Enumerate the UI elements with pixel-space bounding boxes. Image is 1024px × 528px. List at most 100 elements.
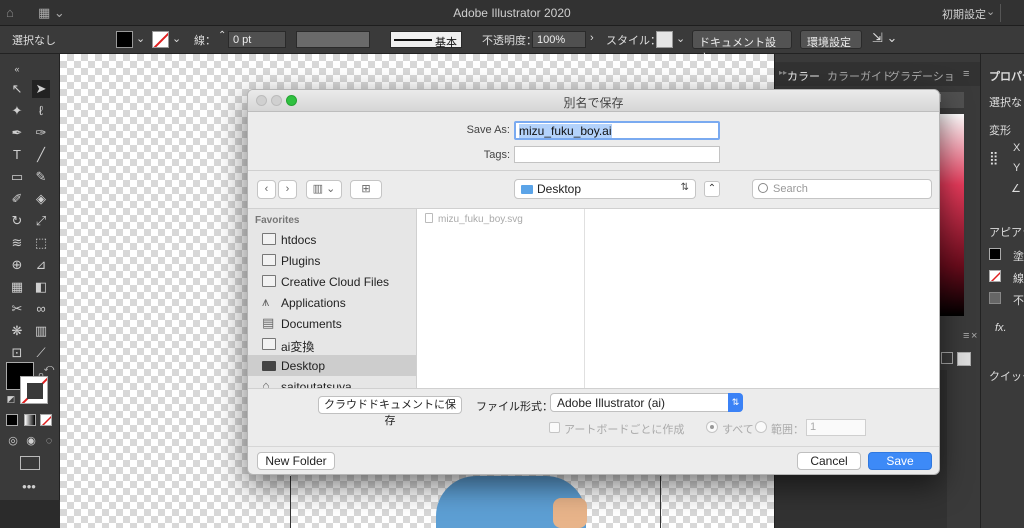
magic-wand-icon[interactable]: ✦ [8, 102, 26, 120]
curvature-tool-icon[interactable]: ✑ [32, 124, 50, 142]
chevron-down-icon[interactable]: ⌄ [172, 32, 181, 45]
save-as-input[interactable]: mizu_fuku_boy.ai [514, 121, 720, 140]
artboard-checkbox[interactable] [549, 422, 560, 433]
close-icon[interactable]: × [971, 330, 977, 342]
mesh-tool-icon[interactable]: ▦ [8, 278, 26, 296]
stroke-swatch[interactable] [152, 31, 169, 48]
line-tool-icon[interactable]: ╱ [32, 146, 50, 164]
tags-input[interactable] [514, 146, 720, 163]
default-colors-icon[interactable]: ◩ [2, 390, 20, 408]
reference-point-icon[interactable]: ⣿ [989, 150, 999, 166]
stroke-weight-input[interactable]: 0 pt [228, 31, 286, 48]
preferences-button[interactable]: 環境設定 [800, 30, 862, 49]
type-tool-icon[interactable]: T [8, 146, 26, 164]
cancel-button[interactable]: Cancel [797, 452, 861, 470]
perspective-grid-icon[interactable]: ⊿ [32, 256, 50, 274]
style-swatch[interactable] [656, 31, 673, 48]
rotate-tool-icon[interactable]: ↻ [8, 212, 26, 230]
back-button[interactable]: ‹ [257, 180, 276, 199]
width-tool-icon[interactable]: ≋ [8, 234, 26, 252]
panel-menu-icon[interactable]: ≡ [963, 330, 969, 342]
symbol-sprayer-icon[interactable]: ❋ [8, 322, 26, 340]
draw-normal-icon[interactable]: ◎ [4, 432, 22, 450]
all-radio[interactable] [706, 421, 718, 433]
gradient-tool-icon[interactable]: ◧ [32, 278, 50, 296]
fill-swatch[interactable] [116, 31, 133, 48]
stroke-color-swatch[interactable] [20, 376, 48, 404]
artboard-tool-icon[interactable]: ⊡ [8, 344, 26, 362]
more-tools-icon[interactable]: ••• [20, 478, 38, 496]
panel-menu-icon[interactable]: ≡ [963, 68, 969, 80]
none-mode-icon[interactable] [40, 414, 52, 426]
sidebar-item-ai-conversion[interactable]: ai変換 [248, 334, 416, 355]
sidebar-item-desktop[interactable]: Desktop [248, 355, 416, 376]
new-folder-icon[interactable]: ⊞ [350, 180, 382, 199]
opacity-icon[interactable] [989, 292, 1001, 304]
gradient-mode-icon[interactable] [24, 414, 36, 426]
chevron-down-icon[interactable]: ⌄ [676, 32, 685, 45]
chevron-down-icon[interactable]: ⌄ [986, 5, 995, 18]
chevron-right-icon[interactable]: › [590, 32, 594, 44]
variable-width-profile[interactable] [296, 31, 370, 48]
sidebar-item-creative-cloud-files[interactable]: Creative Cloud Files [248, 271, 416, 292]
grid-view-icon[interactable] [957, 352, 971, 366]
shape-builder-icon[interactable]: ⊕ [8, 256, 26, 274]
view-mode-button[interactable]: ▥ ⌄ [306, 180, 342, 199]
stepper-icon[interactable]: ⌃ [218, 30, 226, 41]
paintbrush-icon[interactable]: ✎ [32, 168, 50, 186]
range-input[interactable]: 1 [806, 419, 866, 436]
blend-tool-icon[interactable]: ∞ [32, 300, 50, 318]
opacity-input[interactable]: 100% [532, 31, 586, 48]
search-input[interactable]: Search [752, 179, 932, 199]
color-spectrum[interactable] [940, 114, 964, 316]
free-transform-icon[interactable]: ⬚ [32, 234, 50, 252]
collapse-dialog-button[interactable]: ⌃ [704, 181, 720, 197]
direct-selection-tool-icon[interactable]: ➤ [32, 80, 50, 98]
fx-icon[interactable]: fx. [995, 322, 1007, 334]
eyedropper-icon[interactable]: ✂ [8, 300, 26, 318]
swap-colors-icon[interactable]: ⤺ [40, 360, 58, 378]
eraser-icon[interactable]: ◈ [32, 190, 50, 208]
draw-inside-icon[interactable]: ◌ [40, 432, 58, 450]
sidebar-item-applications[interactable]: ⩚ Applications [248, 292, 416, 313]
list-item[interactable]: mizu_fuku_boy.svg [425, 213, 523, 225]
draw-behind-icon[interactable]: ◉ [22, 432, 40, 450]
sidebar-item-documents[interactable]: ▤ Documents [248, 313, 416, 334]
collapse-icon[interactable]: ▸▸ [779, 68, 787, 77]
sidebar-item-plugins[interactable]: Plugins [248, 250, 416, 271]
file-format-dropdown[interactable]: Adobe Illustrator (ai) ⇅ [550, 393, 743, 412]
chevron-down-icon[interactable]: ⌄ [136, 32, 145, 45]
forward-button[interactable]: › [278, 180, 297, 199]
new-folder-button[interactable]: New Folder [257, 452, 335, 470]
tab-color-guide[interactable]: カラーガイド [827, 68, 893, 84]
scale-tool-icon[interactable]: ⤢ [32, 212, 50, 230]
workspace-preset[interactable]: 初期設定 [942, 6, 986, 22]
tab-gradient[interactable]: グラデーショ [889, 68, 955, 84]
arrange-documents-icon[interactable]: ⇲ ⌄ [872, 30, 897, 46]
column-graph-icon[interactable]: ▥ [32, 322, 50, 340]
finder-sidebar: Favorites htdocs Plugins Creative Cloud … [248, 208, 417, 388]
rectangle-tool-icon[interactable]: ▭ [8, 168, 26, 186]
shaper-tool-icon[interactable]: ✐ [8, 190, 26, 208]
list-view-icon[interactable] [941, 352, 953, 364]
collapse-icon[interactable]: « [8, 60, 26, 78]
sidebar-item-htdocs[interactable]: htdocs [248, 229, 416, 250]
location-dropdown[interactable]: Desktop ⇅ [514, 179, 696, 199]
fill-swatch[interactable] [989, 248, 1001, 260]
screen-mode-icon[interactable] [20, 456, 40, 470]
sidebar-item-home[interactable]: ⌂ saitoutatsuya [248, 376, 416, 388]
tab-color[interactable]: カラー [787, 68, 820, 84]
rotate-icon[interactable]: ∠ [1011, 182, 1021, 195]
save-to-cloud-button[interactable]: クラウドドキュメントに保存 [318, 396, 462, 427]
color-mode-icon[interactable] [6, 414, 18, 426]
document-settings-button[interactable]: ドキュメント設定 [692, 30, 792, 65]
transform-heading: 変形 [989, 125, 1011, 137]
stroke-swatch[interactable] [989, 270, 1001, 282]
lasso-icon[interactable]: ℓ [32, 102, 50, 120]
save-button[interactable]: Save [868, 452, 932, 470]
artwork-boy-arm[interactable] [553, 498, 587, 528]
properties-panel-title[interactable]: プロパティ [989, 68, 1024, 84]
selection-tool-icon[interactable]: ↖ [8, 80, 26, 98]
range-radio[interactable] [755, 421, 767, 433]
pen-tool-icon[interactable]: ✒ [8, 124, 26, 142]
